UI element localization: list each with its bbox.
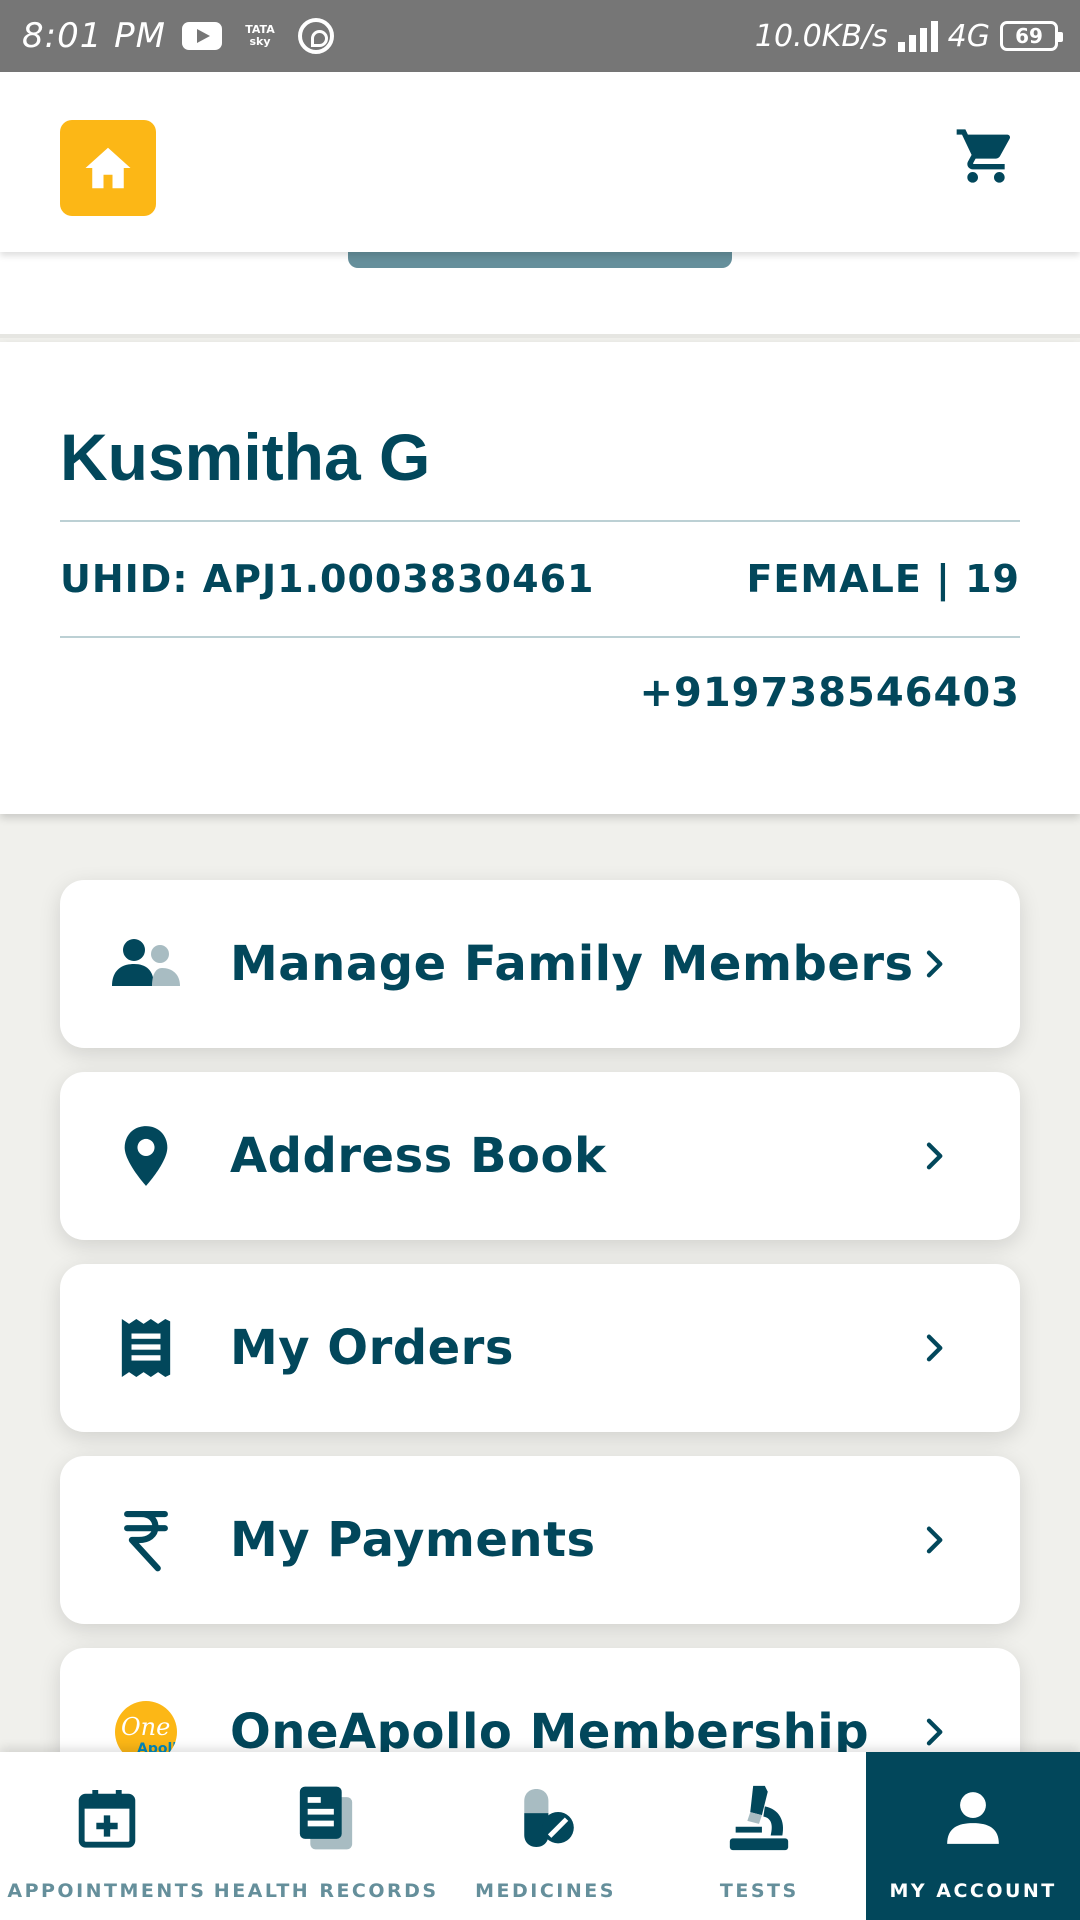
menu-item-label: Manage Family Members <box>230 936 914 992</box>
menu-item-label: My Payments <box>230 1512 596 1568</box>
location-pin-icon <box>104 1114 188 1198</box>
nav-label: TESTS <box>719 1880 799 1902</box>
nav-tab-appointments[interactable]: APPOINTMENTS <box>0 1752 214 1920</box>
medicines-icon <box>510 1782 582 1854</box>
status-bar: 8:01 PM TATA sky 10.0KB/s 4G 69 <box>0 0 1080 72</box>
menu-item-address-book[interactable]: Address Book <box>60 1072 1020 1240</box>
network-type: 4G <box>947 18 990 54</box>
youtube-icon <box>182 22 222 50</box>
profile-card: Kusmitha G UHID: APJ1.0003830461 FEMALE … <box>0 342 1080 814</box>
profile-uhid: UHID: APJ1.0003830461 <box>60 557 595 601</box>
cart-button[interactable] <box>950 120 1022 192</box>
chevron-right-icon <box>914 1712 954 1752</box>
calendar-plus-icon <box>71 1782 143 1854</box>
status-time: 8:01 PM <box>22 16 166 56</box>
network-speed: 10.0KB/s <box>754 18 888 54</box>
microscope-icon <box>723 1782 795 1854</box>
nav-tab-tests[interactable]: TESTS <box>652 1752 866 1920</box>
status-right: 10.0KB/s 4G 69 <box>754 18 1063 54</box>
tatasky-icon: TATA sky <box>245 23 275 48</box>
nav-label: MEDICINES <box>475 1880 616 1902</box>
account-icon <box>937 1782 1009 1854</box>
home-button[interactable] <box>60 120 156 216</box>
chevron-right-icon <box>914 1520 954 1560</box>
cart-icon <box>956 129 1011 183</box>
chevron-right-icon <box>914 1328 954 1368</box>
battery-level: 69 <box>1015 24 1043 48</box>
menu-item-label: Address Book <box>230 1128 607 1184</box>
menu-item-label: My Orders <box>230 1320 514 1376</box>
profile-gender-age: FEMALE | 19 <box>746 557 1020 601</box>
profile-phone: +919738546403 <box>639 670 1020 716</box>
nav-tab-health-records[interactable]: HEALTH RECORDS <box>214 1752 439 1920</box>
bottom-nav: APPOINTMENTS HEALTH RECORDS MEDICINES TE… <box>0 1752 1080 1920</box>
menu-item-manage-family-members[interactable]: Manage Family Members <box>60 880 1020 1048</box>
profile-details-row: UHID: APJ1.0003830461 FEMALE | 19 <box>60 522 1020 638</box>
profile-name: Kusmitha G <box>60 422 1020 522</box>
home-icon <box>85 147 131 189</box>
nav-tab-medicines[interactable]: MEDICINES <box>439 1752 653 1920</box>
nav-label: MY ACCOUNT <box>889 1880 1057 1902</box>
receipt-icon <box>104 1306 188 1390</box>
nav-label: APPOINTMENTS <box>7 1880 207 1902</box>
battery-icon: 69 <box>1000 21 1063 51</box>
rupee-icon <box>104 1498 188 1582</box>
chevron-right-icon <box>914 944 954 984</box>
menu-item-my-payments[interactable]: My Payments <box>60 1456 1020 1624</box>
account-menu: Manage Family Members Address Book My Or… <box>60 880 1020 1840</box>
app-header <box>0 72 1080 252</box>
nav-label: HEALTH RECORDS <box>213 1880 439 1902</box>
top-strip <box>0 248 1080 338</box>
notification-icons: TATA sky <box>182 18 334 54</box>
chevron-right-icon <box>914 1136 954 1176</box>
whatsapp-icon <box>298 18 334 54</box>
family-icon <box>104 922 188 1006</box>
menu-item-my-orders[interactable]: My Orders <box>60 1264 1020 1432</box>
signal-icon <box>897 20 938 52</box>
nav-tab-my-account[interactable]: MY ACCOUNT <box>866 1752 1080 1920</box>
health-records-icon <box>290 1782 362 1854</box>
